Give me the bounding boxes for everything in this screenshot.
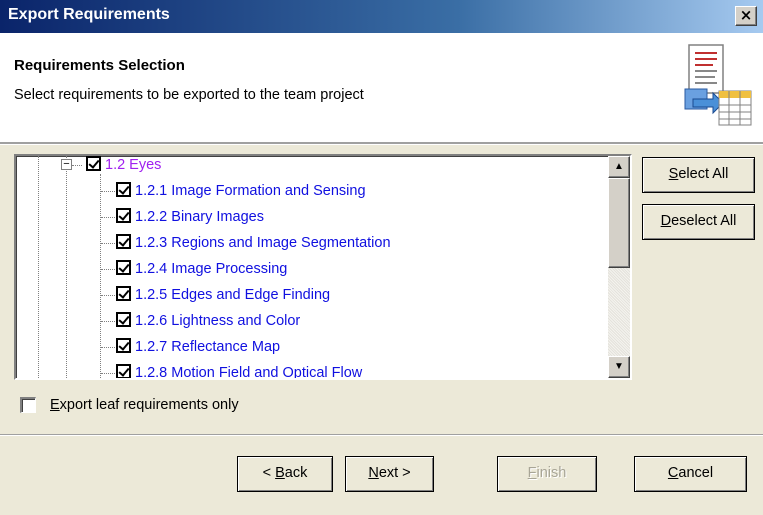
export-leaf-label-text: xport leaf requirements only [59, 397, 239, 413]
close-icon: × [739, 6, 753, 24]
tree-item[interactable]: 1.2.7 Reflectance Map [116, 336, 280, 358]
tree-item-label: 1.2.8 Motion Field and Optical Flow [135, 365, 363, 378]
back-label: ack [284, 465, 308, 481]
back-button[interactable]: < Back [237, 456, 333, 492]
tree-checkbox[interactable] [116, 285, 131, 301]
tree-item[interactable]: 1.2.6 Lightness and Color [116, 310, 300, 332]
export-leaf-accesskey: E [50, 397, 60, 413]
deselect-all-accesskey: D [660, 213, 672, 229]
tree-scrollbar[interactable]: ▲ ▼ [608, 156, 630, 378]
title-bar: Export Requirements × [0, 0, 763, 33]
arrow-up-icon: ▲ [614, 161, 624, 172]
tree-item[interactable]: 1.2.3 Regions and Image Segmentation [116, 232, 391, 254]
tree-item[interactable]: 1.2.5 Edges and Edge Finding [116, 284, 330, 306]
requirements-tree[interactable]: − 1.2 Eyes 1.2.1 Image Formation and Sen… [14, 154, 632, 380]
header-subtitle: Select requirements to be exported to th… [14, 87, 364, 103]
tree-guide-line [101, 295, 115, 296]
tree-checkbox[interactable] [116, 363, 131, 378]
wizard-header: Requirements Selection Select requiremen… [0, 33, 763, 143]
tree-guide-line [101, 217, 115, 218]
cancel-label: ancel [678, 465, 714, 481]
finish-label: inish [536, 465, 567, 481]
tree-content: − 1.2 Eyes 1.2.1 Image Formation and Sen… [16, 156, 610, 378]
export-to-spreadsheet-icon [684, 44, 752, 126]
tree-checkbox[interactable] [116, 337, 131, 353]
arrow-down-icon: ▼ [614, 361, 624, 372]
tree-item[interactable]: 1.2.4 Image Processing [116, 258, 287, 280]
next-label: ext > [378, 465, 411, 481]
tree-checkbox[interactable] [116, 181, 131, 197]
export-leaf-only-label[interactable]: Export leaf requirements only [50, 397, 239, 413]
next-accesskey: N [368, 465, 379, 481]
select-all-label: elect All [678, 166, 729, 182]
back-accesskey: B [275, 465, 285, 481]
tree-checkbox[interactable] [116, 259, 131, 275]
header-divider [0, 143, 763, 145]
window-title: Export Requirements [8, 6, 170, 23]
tree-checkbox[interactable] [116, 233, 131, 249]
next-button[interactable]: Next > [345, 456, 434, 492]
finish-accesskey: F [527, 465, 537, 481]
cancel-accesskey: C [667, 465, 679, 481]
deselect-all-button[interactable]: Deselect All [642, 204, 755, 240]
tree-checkbox[interactable] [116, 311, 131, 327]
tree-guide-line [101, 191, 115, 192]
tree-item-label: 1.2.1 Image Formation and Sensing [135, 183, 366, 199]
tree-item[interactable]: 1.2.1 Image Formation and Sensing [116, 180, 366, 202]
tree-guide-line [101, 269, 115, 270]
tree-checkbox[interactable] [116, 207, 131, 223]
back-prefix: < [262, 465, 276, 481]
tree-item-label: 1.2.7 Reflectance Map [135, 339, 281, 355]
tree-guide-line [38, 156, 39, 378]
export-leaf-only-checkbox[interactable] [20, 397, 36, 413]
scroll-down-button[interactable]: ▼ [608, 356, 630, 378]
select-all-accesskey: S [668, 166, 679, 182]
tree-item-label: 1.2 Eyes [105, 157, 162, 173]
tree-item-label: 1.2.3 Regions and Image Segmentation [135, 235, 391, 251]
scroll-up-button[interactable]: ▲ [608, 156, 630, 178]
tree-guide-line [101, 347, 115, 348]
cancel-button[interactable]: Cancel [634, 456, 747, 492]
tree-item[interactable]: 1.2.8 Motion Field and Optical Flow [116, 362, 362, 378]
tree-guide-line [72, 165, 82, 166]
deselect-all-label: eselect All [671, 213, 737, 229]
tree-guide-line [101, 321, 115, 322]
scroll-thumb[interactable] [608, 178, 630, 268]
tree-guide-line [66, 156, 67, 378]
footer-divider [0, 434, 763, 436]
header-title: Requirements Selection [14, 57, 185, 74]
tree-item[interactable]: 1.2.2 Binary Images [116, 206, 264, 228]
tree-item-1-2-eyes[interactable]: 1.2 Eyes [86, 156, 161, 176]
tree-item-label: 1.2.4 Image Processing [135, 261, 288, 277]
tree-checkbox[interactable] [86, 156, 101, 171]
tree-item-label: 1.2.2 Binary Images [135, 209, 264, 225]
tree-guide-line [101, 243, 115, 244]
tree-item-label: 1.2.6 Lightness and Color [135, 313, 301, 329]
finish-button[interactable]: Finish [497, 456, 597, 492]
tree-item-label: 1.2.5 Edges and Edge Finding [135, 287, 331, 303]
tree-guide-line [101, 373, 115, 374]
close-button[interactable]: × [735, 6, 757, 26]
collapse-icon[interactable]: − [61, 159, 72, 170]
select-all-button[interactable]: Select All [642, 157, 755, 193]
